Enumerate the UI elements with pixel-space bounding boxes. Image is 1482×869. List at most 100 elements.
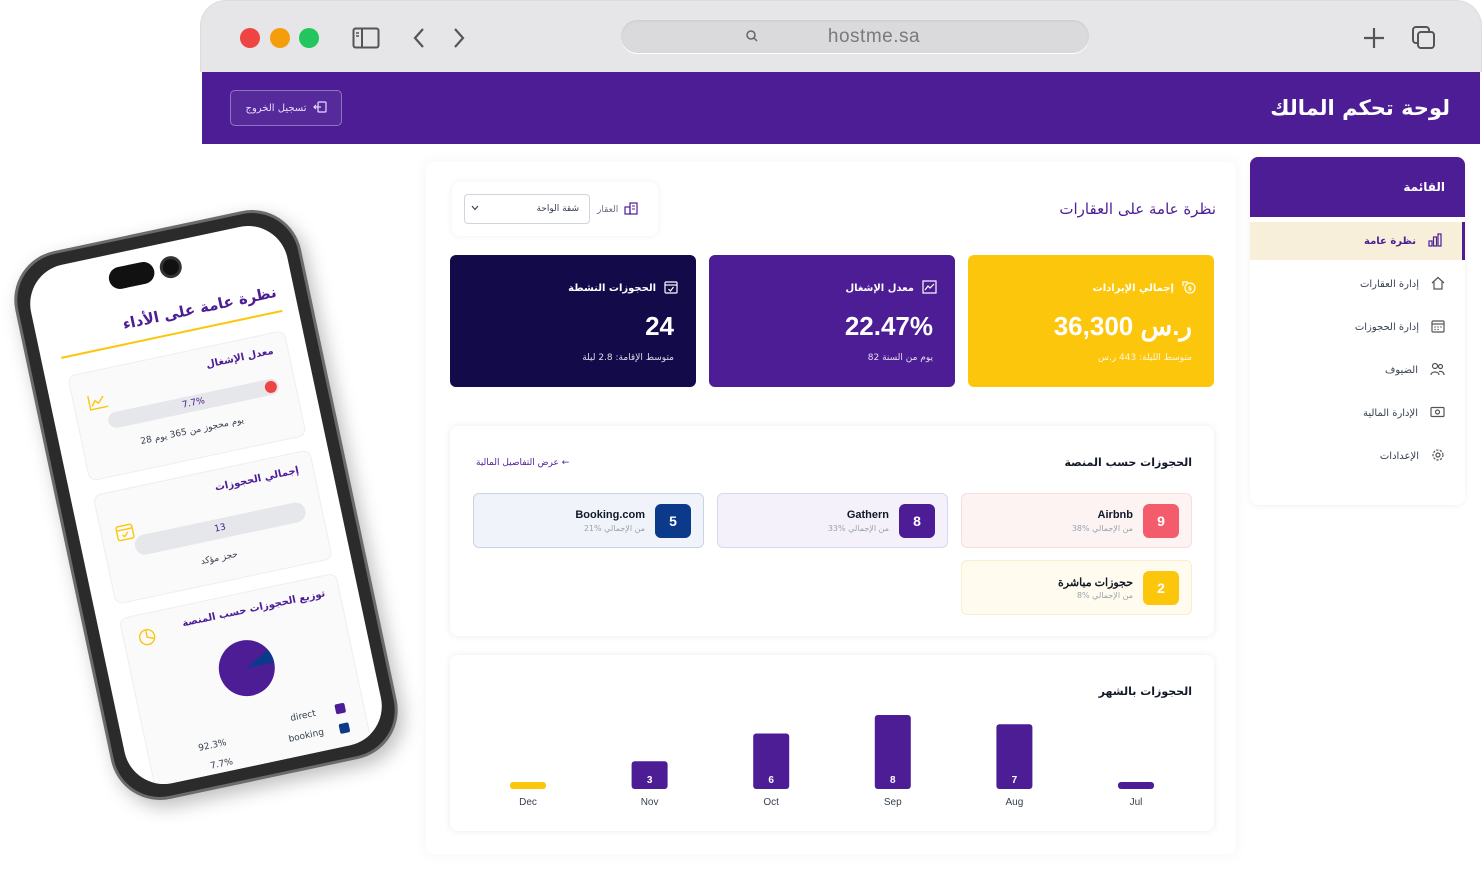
phone-distribution-card: توزيع الحجوزات حسب المنصة direct booking…: [118, 572, 373, 792]
bar-chart-icon: [1428, 232, 1442, 250]
stat-label: معدل الإشغال: [845, 283, 914, 294]
chevron-down-icon: [471, 204, 479, 214]
stat-subtext: متوسط الإقامة: 2.8 ليلة: [582, 353, 674, 363]
sidebar-item-bookings[interactable]: إدارة الحجوزات: [1250, 308, 1465, 346]
pie-chart-icon: [137, 626, 159, 651]
stat-value: 24: [645, 311, 674, 341]
monthly-bar-chart: Dec 3 Nov 6 Oct 8 Sep 7 Aug Jul: [510, 715, 1154, 808]
maximize-window-button[interactable]: [299, 28, 319, 48]
x-tick-label: Aug: [1006, 797, 1024, 808]
x-tick-label: Sep: [884, 797, 902, 808]
sidebar-item-label: الإدارة المالية: [1362, 407, 1418, 419]
browser-window: hostme.sa تسجيل الخروج لوحة تحكم المالك …: [200, 0, 1482, 869]
sidebar-item-label: إدارة الحجوزات: [1354, 321, 1419, 333]
stat-label: إجمالي الإيرادات: [1092, 283, 1174, 294]
sidebar-toggle-icon[interactable]: [351, 23, 381, 53]
cash-icon: [1430, 406, 1445, 421]
platform-bookings-panel: الحجوزات حسب المنصة عرض التفاصيل المالية…: [450, 426, 1214, 636]
sidebar-item-overview[interactable]: نظرة عامة: [1250, 222, 1465, 260]
search-icon: [745, 28, 759, 47]
address-bar[interactable]: hostme.sa: [621, 20, 1089, 53]
new-tab-icon[interactable]: [1359, 23, 1389, 53]
panel-title: الحجوزات حسب المنصة: [1064, 456, 1192, 469]
legend-label-direct: direct: [289, 708, 317, 724]
minimize-window-button[interactable]: [270, 28, 290, 48]
platform-percent: 38% من الإجمالي: [1071, 524, 1133, 533]
financial-details-link[interactable]: عرض التفاصيل المالية ←: [476, 458, 569, 468]
page-title: نظرة عامة على العقارات: [1059, 200, 1216, 218]
platform-name: Booking.com: [575, 509, 645, 521]
calendar-check-icon: [664, 280, 678, 297]
forward-arrow-icon[interactable]: [444, 23, 474, 53]
legend-label-booking: booking: [287, 727, 325, 745]
platform-count: 9: [1143, 504, 1179, 538]
sidebar-item-label: الإعدادات: [1379, 450, 1419, 462]
legend-pct-direct: 92.3%: [197, 738, 228, 754]
sidebar-item-label: إدارة العقارات: [1359, 278, 1419, 290]
stat-subtext: متوسط الليلة: 443 ر.س: [1097, 353, 1192, 363]
bar-value-label: 6: [768, 775, 774, 786]
app-title: لوحة تحكم المالك: [1270, 96, 1450, 120]
stat-value: 22.47%: [844, 311, 933, 341]
phone-camera-pill: [106, 259, 157, 291]
sidebar-menu: القائمة نظرة عامة إدارة العقارات إدارة ا…: [1250, 157, 1465, 505]
logout-button[interactable]: تسجيل الخروج: [230, 90, 342, 126]
x-tick-label: Dec: [519, 797, 537, 808]
bar-jul: [1118, 782, 1154, 789]
users-icon: [1430, 362, 1445, 379]
pie-slice-direct: [218, 640, 275, 697]
sidebar-item-finance[interactable]: الإدارة المالية: [1250, 394, 1465, 432]
url-text: hostme.sa: [827, 25, 921, 47]
stat-card-revenue: إجمالي الإيرادات $ 36,300 ر.س متوسط اللي…: [968, 255, 1214, 387]
platform-card-direct[interactable]: 2 حجوزات مباشرة 8% من الإجمالي: [961, 560, 1192, 615]
phone-camera-icon: [157, 254, 184, 281]
phone-occupancy-value: 7.7%: [181, 396, 206, 411]
stat-card-active-bookings: الحجوزات النشطة 24 متوسط الإقامة: 2.8 لي…: [450, 255, 696, 387]
platform-card-airbnb[interactable]: 9 Airbnb 38% من الإجمالي: [961, 493, 1192, 548]
occupancy-indicator-dot: [263, 379, 278, 395]
trend-chart-icon: [87, 391, 111, 415]
platform-count: 2: [1143, 571, 1179, 605]
monthly-bookings-panel: الحجوزات بالشهر Dec 3 Nov 6 Oct 8 Sep 7 Aug Jul: [450, 655, 1214, 831]
stat-label-group: إجمالي الإيرادات $: [1093, 280, 1196, 297]
trend-chart-icon: [922, 280, 937, 297]
platform-card-booking[interactable]: 5 Booking.com 21% من الإجمالي: [473, 493, 704, 548]
platform-count: 8: [899, 504, 935, 538]
bar-dec: [510, 782, 546, 789]
back-arrow-icon[interactable]: [404, 23, 434, 53]
sidebar-item-settings[interactable]: الإعدادات: [1250, 437, 1465, 475]
logout-icon: [312, 100, 327, 116]
stat-label: الحجوزات النشطة: [568, 283, 656, 294]
stat-card-occupancy: معدل الإشغال 22.47% 82 يوم من السنة: [709, 255, 955, 387]
phone-title: نظرة عامة على الأداء: [121, 282, 279, 334]
platform-percent: 21% من الإجمالي: [583, 524, 645, 533]
legend-pct-booking: 7.7%: [209, 757, 234, 772]
property-label: العقار: [597, 204, 619, 215]
bar-value-label: 7: [1012, 775, 1018, 786]
close-window-button[interactable]: [240, 28, 260, 48]
building-icon: [624, 201, 638, 218]
x-tick-label: Oct: [763, 797, 779, 808]
phone-card-title: توزيع الحجوزات حسب المنصة: [181, 588, 327, 630]
phone-card-title: معدل الإشغال: [205, 345, 275, 371]
home-icon: [1431, 276, 1445, 293]
stat-subtext: 82 يوم من السنة: [867, 353, 933, 363]
money-icon: $: [1182, 280, 1196, 297]
x-tick-label: Jul: [1130, 797, 1143, 808]
gear-icon: [1431, 448, 1445, 465]
main-content: نظرة عامة على العقارات شقة الواحة العقار…: [426, 162, 1236, 854]
property-select[interactable]: شقة الواحة: [464, 194, 590, 224]
sidebar-title: القائمة: [1250, 157, 1465, 217]
platform-card-gathern[interactable]: 8 Gathern 33% من الإجمالي: [717, 493, 948, 548]
legend-swatch-direct: [334, 702, 347, 715]
sidebar-item-properties[interactable]: إدارة العقارات: [1250, 265, 1465, 303]
tabs-overview-icon[interactable]: [1409, 23, 1439, 53]
platform-percent: 8% من الإجمالي: [1076, 591, 1133, 600]
stat-label-group: الحجوزات النشطة: [568, 280, 678, 297]
bar-value-label: 8: [890, 775, 896, 786]
x-tick-label: Nov: [641, 797, 659, 808]
phone-pie-chart: [218, 640, 275, 697]
calendar-icon: [1431, 319, 1445, 336]
platform-name: Gathern: [846, 509, 889, 521]
sidebar-item-guests[interactable]: الضيوف: [1250, 351, 1465, 389]
